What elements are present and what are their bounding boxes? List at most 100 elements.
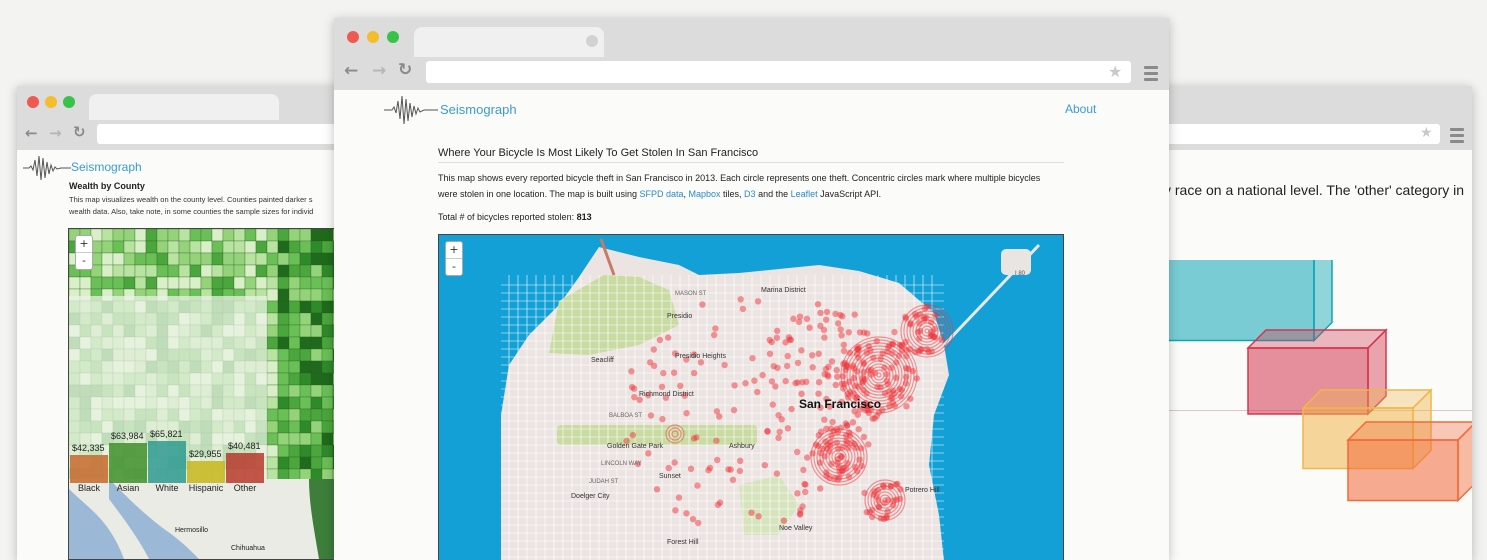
maximize-dot[interactable] [63, 96, 75, 108]
right-browser-chrome: ★ [1148, 86, 1472, 150]
mapbox-link[interactable]: Mapbox [689, 189, 721, 199]
legend-swatch[interactable] [109, 443, 147, 483]
browser-tab[interactable] [414, 27, 604, 57]
theft-dot [711, 331, 718, 339]
county-cell [200, 240, 213, 254]
county-cell [266, 264, 279, 278]
county-cell [299, 420, 312, 434]
logo-text[interactable]: Seismograph [71, 160, 142, 174]
back-arrow-icon[interactable]: ← [344, 61, 358, 81]
reload-icon[interactable]: ↻ [398, 60, 412, 80]
theft-dot [784, 352, 791, 360]
back-arrow-icon[interactable]: ← [25, 124, 38, 142]
theft-dot [672, 507, 679, 514]
theft-dot [658, 383, 666, 390]
county-cell [288, 456, 301, 470]
zoom-out-button[interactable]: - [76, 252, 92, 269]
theft-dot [647, 412, 655, 419]
theft-dot [689, 515, 697, 523]
zoom-out-button[interactable]: - [446, 258, 462, 275]
theft-dot [814, 301, 822, 308]
legend-swatch[interactable] [226, 453, 264, 483]
county-cell [123, 252, 136, 266]
legend-swatch[interactable] [148, 441, 186, 483]
county-cell [288, 276, 301, 290]
theft-dot [821, 416, 828, 423]
reload-icon[interactable]: ↻ [73, 123, 86, 141]
county-cell [310, 396, 323, 410]
county-cell [299, 408, 312, 422]
total-stolen: Total # of bicycles reported stolen: 813 [438, 212, 592, 222]
theft-dot [737, 296, 744, 303]
county-cell [288, 444, 301, 458]
forward-arrow-icon[interactable]: → [372, 61, 386, 81]
right-browser-window: ★ y race on a national level. The 'other… [1148, 86, 1472, 560]
label-presidio: Presidio [667, 313, 693, 320]
place-label-hermosillo: Hermosillo [175, 527, 209, 534]
county-cell [101, 264, 114, 278]
theft-dot [825, 363, 832, 370]
description-line-2: were stolen in one location. The map is … [438, 189, 881, 199]
legend-swatch[interactable] [70, 455, 108, 483]
d3-link[interactable]: D3 [744, 189, 756, 199]
zoom-in-button[interactable]: + [76, 236, 92, 252]
wealth-map[interactable]: + - $42,335 Black $63,984 Asian $65,821 White… [68, 228, 347, 560]
menu-icon[interactable] [1450, 128, 1464, 146]
label-seacliff: Seacliff [591, 357, 614, 364]
county-cell [255, 264, 268, 278]
theft-dot [713, 437, 720, 444]
theft-dot [821, 334, 828, 341]
county-cell [222, 276, 235, 290]
close-dot[interactable] [347, 31, 359, 43]
county-cell [288, 288, 301, 302]
theft-dot [650, 346, 657, 353]
county-cell [299, 324, 312, 338]
theft-dot [764, 428, 771, 435]
center-page: Seismograph About Where Your Bicycle Is … [334, 90, 1169, 560]
theft-dot [659, 415, 666, 423]
county-cell [310, 300, 323, 314]
bookmark-star-icon[interactable]: ★ [1108, 62, 1122, 81]
county-cell [321, 384, 334, 398]
county-cell [299, 288, 312, 302]
theft-dot [784, 362, 791, 370]
zoom-in-button[interactable]: + [446, 242, 462, 258]
theft-dot [716, 413, 723, 420]
county-cell [310, 444, 323, 458]
county-cell [321, 240, 334, 254]
logo-text[interactable]: Seismograph [440, 102, 517, 117]
close-dot[interactable] [27, 96, 39, 108]
theft-dot [782, 377, 789, 385]
bookmark-star-icon[interactable]: ★ [1420, 125, 1433, 141]
address-bar[interactable] [426, 61, 1131, 83]
theft-dot [845, 329, 852, 336]
county-cell [288, 408, 301, 422]
desc-text: were stolen in one location. The map is … [438, 189, 640, 199]
forward-arrow-icon[interactable]: → [49, 124, 62, 142]
county-cell [211, 276, 224, 290]
intro-text: y race on a national level. The 'other' … [1164, 182, 1465, 198]
center-browser-window: ← → ↻ ★ Seismograph About Where Your Bic… [334, 18, 1169, 560]
minimize-dot[interactable] [45, 96, 57, 108]
minimize-dot[interactable] [367, 31, 379, 43]
county-cell [233, 264, 246, 278]
new-tab-button[interactable] [586, 35, 598, 47]
theft-dot [761, 462, 768, 469]
theft-dot [687, 465, 695, 472]
legend-label: Asian [116, 483, 140, 493]
theft-dot [776, 428, 783, 435]
maximize-dot[interactable] [387, 31, 399, 43]
menu-icon[interactable] [1144, 66, 1158, 84]
sf-theft-map[interactable]: + - San Francisco Presidio Seacliff Rich… [438, 234, 1064, 560]
theft-dot [815, 350, 822, 357]
leaflet-link[interactable]: Leaflet [791, 189, 818, 199]
theft-dot [794, 490, 801, 497]
address-bar[interactable] [1148, 124, 1440, 144]
address-bar[interactable] [97, 124, 347, 144]
sfpd-data-link[interactable]: SFPD data [639, 189, 683, 199]
nav-about-link[interactable]: About [1065, 102, 1096, 116]
county-cell [299, 348, 312, 362]
label-potrero: Potrero Hill [905, 487, 940, 494]
browser-tab[interactable] [89, 94, 279, 120]
legend-swatch[interactable] [187, 461, 225, 483]
